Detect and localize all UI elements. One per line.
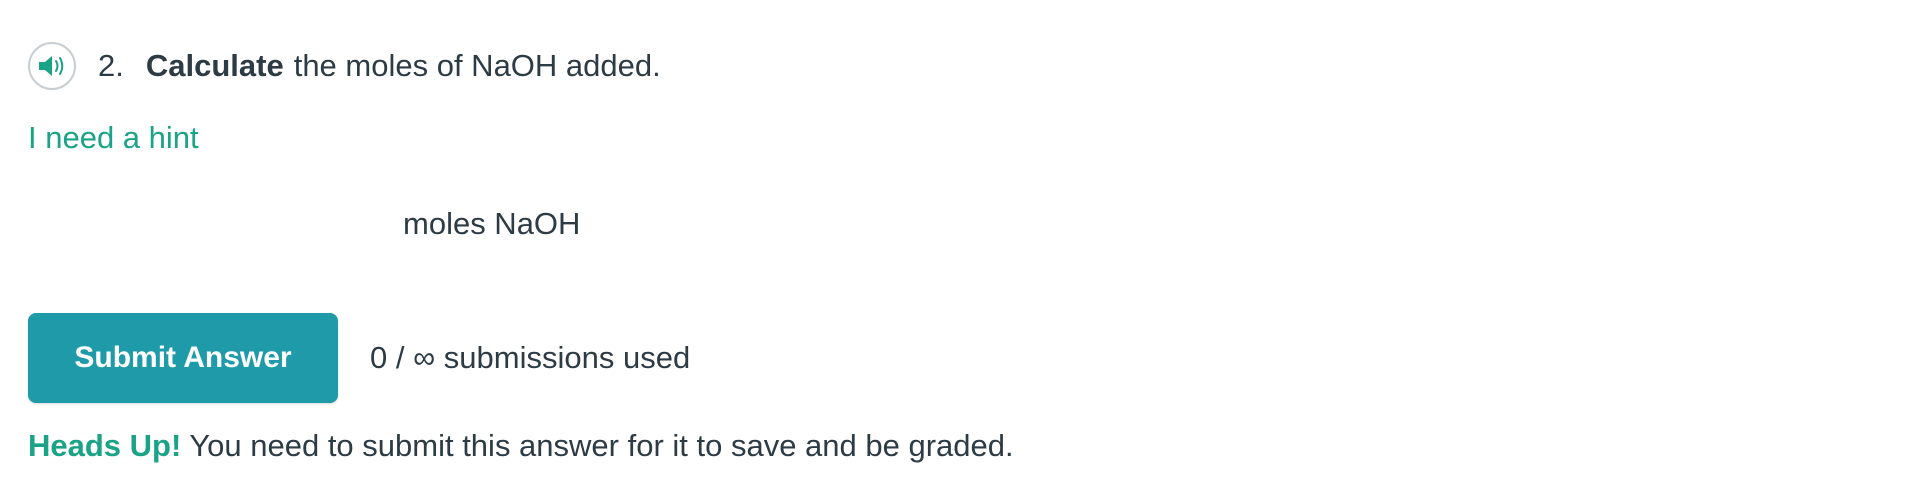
answer-row: moles NaOH bbox=[28, 200, 580, 248]
answer-input[interactable] bbox=[28, 202, 388, 246]
heads-up-message: You need to submit this answer for it to… bbox=[189, 428, 1014, 463]
question-prompt: 2. Calculate the moles of NaOH added. bbox=[28, 42, 661, 90]
speaker-volume-icon bbox=[39, 56, 64, 76]
hint-link[interactable]: I need a hint bbox=[28, 120, 199, 156]
read-aloud-button[interactable] bbox=[28, 42, 76, 90]
submit-answer-button[interactable]: Submit Answer bbox=[28, 313, 338, 403]
heads-up-label: Heads Up! bbox=[28, 428, 182, 463]
submit-row: Submit Answer 0 / ∞ submissions used bbox=[28, 313, 690, 403]
question-text: the moles of NaOH added. bbox=[293, 48, 661, 83]
question-number: 2. bbox=[98, 48, 124, 83]
answer-unit-label: moles NaOH bbox=[403, 206, 581, 241]
question-bold-verb: Calculate bbox=[145, 48, 284, 83]
heads-up-notice: Heads Up! You need to submit this answer … bbox=[28, 428, 1014, 464]
submissions-counter: 0 / ∞ submissions used bbox=[370, 340, 691, 375]
